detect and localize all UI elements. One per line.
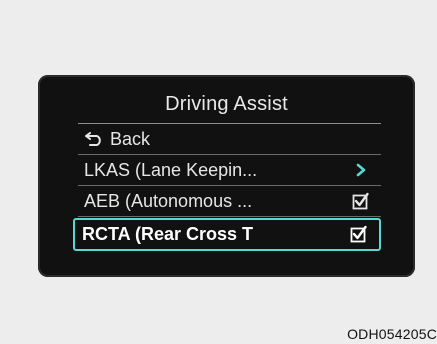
- menu-item-aeb[interactable]: AEB (Autonomous ...: [78, 187, 381, 215]
- menu-item-aeb-label: AEB (Autonomous ...: [84, 190, 253, 211]
- menu-item-back-label: Back: [110, 128, 151, 149]
- figure-code: ODH054205C: [347, 326, 437, 342]
- menu-item-rcta-label: RCTA (Rear Cross T: [82, 224, 254, 244]
- menu-title: Driving Assist: [165, 93, 288, 115]
- checkbox-checked-icon[interactable]: [349, 224, 369, 244]
- menu-divider: [78, 216, 381, 217]
- menu-item-back[interactable]: Back: [78, 125, 381, 153]
- checkbox-checked-icon[interactable]: [351, 191, 371, 211]
- menu-item-lkas[interactable]: LKAS (Lane Keepin...: [78, 156, 381, 184]
- back-label-wrap: Back: [84, 129, 150, 150]
- chevron-right-icon: [351, 160, 371, 180]
- menu-divider: [78, 185, 381, 186]
- title-divider: [78, 123, 381, 124]
- back-arrow-icon: [85, 131, 101, 146]
- menu-item-rcta[interactable]: RCTA (Rear Cross T: [73, 218, 381, 251]
- driving-assist-display: Driving Assist Back LKAS (Lane Keepin...…: [38, 75, 415, 277]
- menu-item-lkas-label: LKAS (Lane Keepin...: [84, 159, 258, 180]
- menu-divider: [78, 154, 381, 155]
